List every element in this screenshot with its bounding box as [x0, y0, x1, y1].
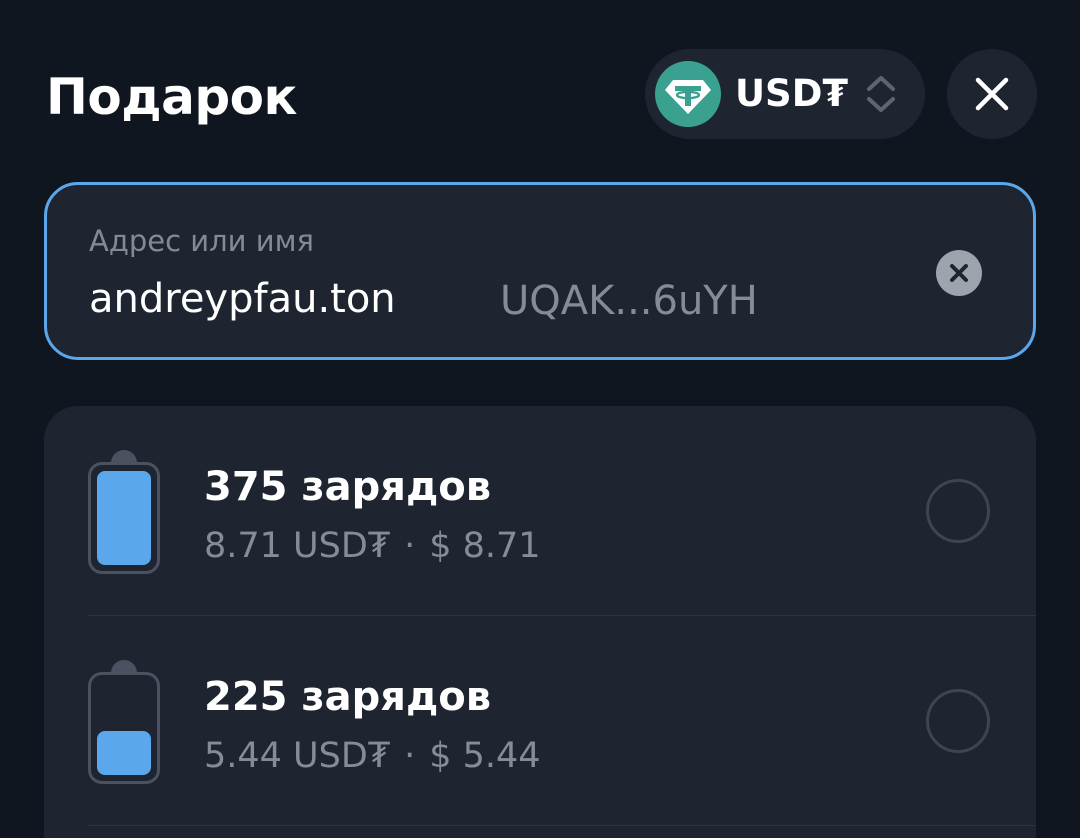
address-field-value[interactable]: andreypfau.ton	[89, 273, 396, 325]
page-title: Подарок	[46, 68, 297, 126]
currency-selector-button[interactable]: USD₮	[645, 49, 925, 139]
clear-input-button[interactable]	[936, 250, 982, 296]
price-separator: ·	[404, 736, 416, 776]
option-price-usd: $ 5.44	[429, 736, 541, 776]
row-divider	[88, 825, 1036, 826]
currency-label: USD₮	[735, 72, 849, 115]
close-icon	[975, 77, 1009, 111]
gift-screen: Подарок USD₮ Адрес или имя andreypfau.to…	[0, 0, 1080, 838]
price-separator: ·	[404, 526, 416, 566]
close-button[interactable]	[947, 49, 1037, 139]
option-radio-button[interactable]	[926, 689, 990, 753]
option-radio-button[interactable]	[926, 479, 990, 543]
clear-icon	[950, 264, 968, 282]
tether-icon	[655, 61, 721, 127]
address-input[interactable]: Адрес или имя andreypfau.ton UQAK...6uYH	[44, 182, 1036, 360]
option-title: 225 зарядов	[204, 674, 492, 720]
chevron-up-down-icon	[863, 73, 899, 115]
option-price: 8.71 USD₮ · $ 8.71	[204, 523, 541, 569]
charge-option-375[interactable]: 375 зарядов 8.71 USD₮ · $ 8.71	[44, 406, 1036, 616]
battery-half-icon	[88, 660, 160, 784]
battery-full-icon	[88, 450, 160, 574]
option-price-token: 5.44 USD₮	[204, 736, 391, 776]
charge-option-225[interactable]: 225 зарядов 5.44 USD₮ · $ 5.44	[44, 616, 1036, 826]
option-title: 375 зарядов	[204, 464, 492, 510]
option-price-token: 8.71 USD₮	[204, 526, 391, 566]
address-field-label: Адрес или имя	[89, 224, 314, 258]
resolved-wallet-address: UQAK...6uYH	[500, 278, 758, 324]
option-price: 5.44 USD₮ · $ 5.44	[204, 733, 541, 779]
option-price-usd: $ 8.71	[429, 526, 541, 566]
charge-options-list: 375 зарядов 8.71 USD₮ · $ 8.71 225 зарядов…	[44, 406, 1036, 838]
